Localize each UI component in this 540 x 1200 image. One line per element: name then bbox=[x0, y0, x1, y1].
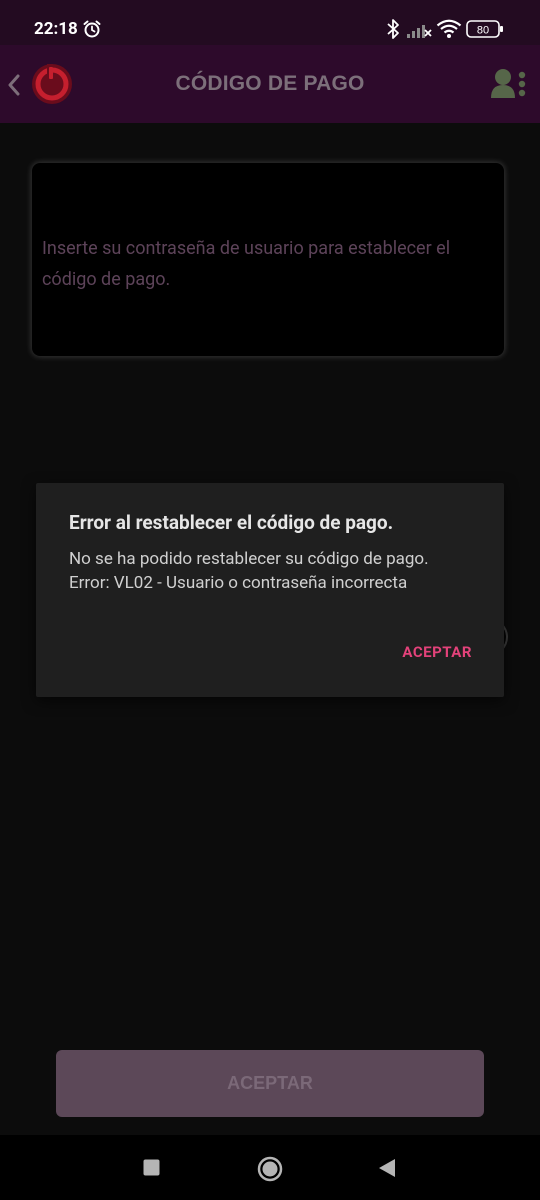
app-header: CÓDIGO DE PAGO bbox=[0, 45, 540, 123]
dialog-title: Error al restablecer el código de pago. bbox=[69, 511, 394, 534]
dialog-message: No se ha podido restablecer su código de… bbox=[69, 547, 489, 595]
battery-icon: 80 bbox=[466, 20, 503, 38]
system-nav-bar bbox=[0, 1135, 540, 1200]
back-icon[interactable] bbox=[378, 1158, 396, 1178]
status-time: 22:18 bbox=[34, 19, 78, 39]
dialog-message-line2: Error: VL02 - Usuario o contraseña incor… bbox=[69, 573, 408, 593]
recent-apps-icon[interactable] bbox=[143, 1159, 160, 1176]
dialog-accept-button[interactable]: ACEPTAR bbox=[402, 643, 472, 661]
home-icon[interactable] bbox=[257, 1156, 283, 1182]
instructions-card: Inserte su contraseña de usuario para es… bbox=[32, 163, 504, 356]
error-dialog: Error al restablecer el código de pago. … bbox=[36, 483, 504, 697]
bluetooth-icon bbox=[387, 19, 399, 39]
user-settings-icon[interactable] bbox=[491, 67, 529, 101]
dialog-message-line1: No se ha podido restablecer su código de… bbox=[69, 549, 429, 569]
battery-level: 80 bbox=[477, 25, 489, 37]
alarm-icon bbox=[83, 20, 101, 38]
accept-button[interactable]: ACEPTAR bbox=[56, 1050, 484, 1117]
wifi-icon bbox=[436, 19, 462, 38]
instructions-text: Inserte su contraseña de usuario para es… bbox=[42, 238, 451, 290]
status-bar: 22:18 80 bbox=[0, 0, 540, 45]
page-title: CÓDIGO DE PAGO bbox=[175, 72, 365, 95]
cellular-signal-off-icon bbox=[407, 25, 432, 38]
